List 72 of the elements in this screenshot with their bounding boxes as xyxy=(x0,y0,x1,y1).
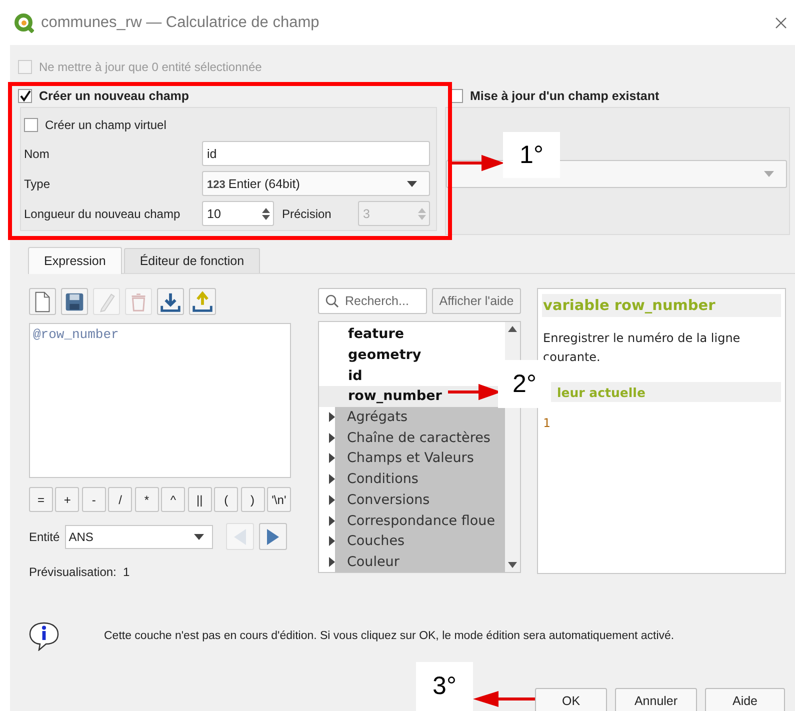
left-triangle-icon xyxy=(232,528,247,546)
operator-button[interactable]: ) xyxy=(240,487,264,512)
field-label: Longueur du nouveau champ xyxy=(24,206,182,220)
expand-arrow-icon xyxy=(329,536,335,546)
right-triangle-icon xyxy=(266,528,280,546)
expand-arrow-icon xyxy=(329,556,335,567)
close-icon xyxy=(775,16,787,28)
spin-arrows-icon xyxy=(417,206,427,220)
tab[interactable]: Expression xyxy=(28,247,122,274)
toolbar-button[interactable] xyxy=(189,288,216,315)
tab[interactable]: Éditeur de fonction xyxy=(124,248,260,273)
help-button[interactable]: Afficher l'aide xyxy=(432,288,521,314)
checkbox[interactable] xyxy=(24,118,38,132)
operator-button[interactable]: ( xyxy=(214,487,238,512)
toolbar-button[interactable] xyxy=(29,288,56,315)
expand-arrow-icon xyxy=(329,516,335,526)
toolbar-button[interactable] xyxy=(61,288,88,315)
field-label: Précision xyxy=(282,206,332,220)
expand-arrow-icon xyxy=(329,453,335,464)
expand-arrow-icon xyxy=(329,412,335,422)
checkbox-label: Créer un champ virtuel xyxy=(45,118,166,132)
pointer-arrow xyxy=(473,692,535,706)
toolbar-button[interactable] xyxy=(157,288,184,315)
length-spinbox[interactable]: 10 xyxy=(202,201,274,226)
field-label: Type xyxy=(24,176,52,190)
dialog-button[interactable]: Annuler xyxy=(615,688,697,711)
operator-button[interactable]: = xyxy=(29,487,53,512)
operator-button[interactable]: + xyxy=(55,487,80,512)
check-icon xyxy=(19,90,31,102)
up-arrow-icon xyxy=(508,326,517,332)
step-tooltip: 3° xyxy=(416,662,535,711)
operator-button[interactable]: / xyxy=(108,487,132,512)
field-label: Nom xyxy=(24,146,50,160)
upload-icon xyxy=(190,288,215,314)
help-title: variable row_number xyxy=(542,294,781,317)
step-tooltip: 2° xyxy=(448,360,551,408)
info-icon xyxy=(28,620,60,650)
search-field[interactable]: Recherch... xyxy=(318,288,427,314)
q-logo-icon xyxy=(14,12,34,32)
step-tooltip: 1° xyxy=(452,132,560,178)
type-dropdown[interactable]: 123 Entier (64bit) xyxy=(202,171,430,196)
caret-icon xyxy=(407,180,417,186)
checkbox[interactable] xyxy=(18,89,32,103)
expand-arrow-icon xyxy=(329,474,335,484)
checkbox-label: Ne mettre à jour que 0 entité sélectionnée xyxy=(39,60,262,74)
next-button[interactable] xyxy=(258,523,287,550)
group-title: Créer un nouveau champ xyxy=(39,89,190,103)
operator-button[interactable]: '\n' xyxy=(266,487,291,512)
operator-button[interactable]: * xyxy=(134,487,159,512)
operator-button[interactable]: || xyxy=(188,487,212,512)
operator-button[interactable]: - xyxy=(82,487,106,512)
expression-editor[interactable]: @row_number xyxy=(29,323,291,478)
caret-icon xyxy=(194,534,204,540)
name-field[interactable]: id xyxy=(202,141,430,166)
entity-dropdown[interactable]: ANS xyxy=(64,524,213,548)
dialog-button[interactable]: Aide xyxy=(705,688,785,711)
dialog-button[interactable]: OK xyxy=(535,688,607,711)
tree-item[interactable]: feature xyxy=(319,324,505,345)
operator-button[interactable]: ^ xyxy=(161,487,186,512)
info-message: Cette couche n'est pas en cours d'édition. Si vous cliquez sur OK, le mode édition sera automatiquement activé. xyxy=(104,630,674,642)
group-title: Mise à jour d'un champ existant xyxy=(470,89,660,103)
caret-icon xyxy=(764,171,774,177)
spin-arrows-icon xyxy=(261,206,271,220)
expand-arrow-icon xyxy=(329,432,335,443)
help-value: 1 xyxy=(543,416,552,430)
search-icon xyxy=(325,294,339,308)
field-label: Entité xyxy=(29,530,60,544)
pointer-arrow xyxy=(452,156,504,170)
expand-arrow-icon xyxy=(329,494,335,505)
preview-text: Prévisualisation: 1 xyxy=(29,565,131,579)
window-title: communes_rw — Calculatrice de champ xyxy=(41,14,320,32)
down-arrow-icon xyxy=(508,562,517,568)
